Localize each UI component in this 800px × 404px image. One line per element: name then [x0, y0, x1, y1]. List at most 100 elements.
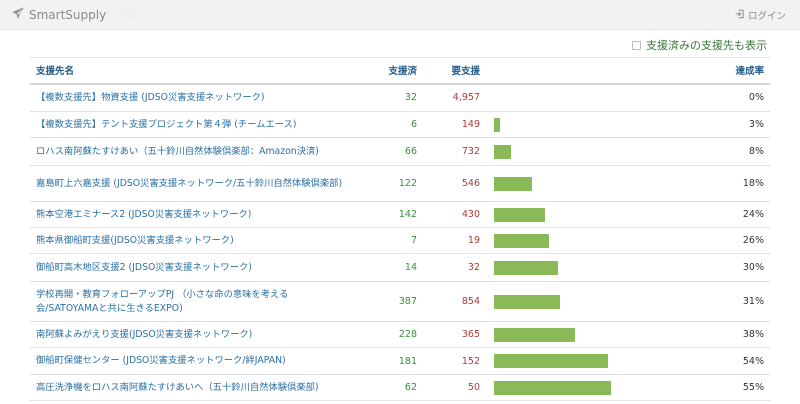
progress-cell [486, 347, 710, 375]
progress-cell [486, 227, 710, 254]
needed-count: 430 [423, 201, 486, 228]
supported-count: 387 [350, 281, 423, 322]
recipient-link[interactable]: 嘉島町上六嘉支援 (JDSO災害支援ネットワーク/五十鈴川自然体験倶楽部) [30, 165, 350, 202]
paper-plane-icon [12, 7, 24, 22]
achievement-rate: 54% [710, 347, 770, 375]
needed-count: 152 [423, 347, 486, 375]
progress-bar [494, 327, 575, 342]
table-row[interactable]: 嘉島町上六嘉支援 (JDSO災害支援ネットワーク/五十鈴川自然体験倶楽部) 122… [30, 165, 770, 202]
table-header-row: 支援先名 支援済 要支援 達成率 [30, 57, 770, 85]
achievement-rate: 26% [710, 227, 770, 254]
page-subtitle: 支援先 [119, 11, 150, 22]
progress-cell [486, 281, 710, 322]
supported-count: 6 [350, 111, 423, 138]
table-row[interactable]: 南阿蘇よみがえり支援(JDSO災害支援ネットワーク) 228 365 38% [30, 321, 770, 348]
table-row[interactable]: 御船町保健センター (JDSO災害支援ネットワーク/絆JAPAN) 181 152 5… [30, 347, 770, 375]
needed-count: 4,957 [423, 83, 486, 112]
needed-count: 50 [423, 374, 486, 401]
supported-count: 14 [350, 253, 423, 282]
login-link[interactable]: ログイン [735, 8, 786, 22]
progress-cell [486, 137, 710, 166]
progress-track [492, 354, 704, 368]
brand-name: SmartSupply [29, 7, 107, 22]
progress-track [492, 117, 704, 132]
achievement-rate: 0% [710, 83, 770, 112]
achievement-rate: 8% [710, 137, 770, 166]
progress-cell [486, 201, 710, 228]
progress-track [492, 91, 704, 105]
progress-cell [486, 374, 710, 401]
supported-count: 62 [350, 374, 423, 401]
supported-count: 66 [350, 137, 423, 166]
header-rate[interactable]: 達成率 [710, 57, 770, 85]
recipient-link[interactable]: 高圧洗浄機をロハス南阿蘇たすけあいへ（五十鈴川自然体験倶楽部) [30, 374, 350, 401]
needed-count: 19 [423, 227, 486, 254]
header-done[interactable]: 支援済 [350, 57, 423, 85]
recipient-link[interactable]: 御船町高木地区支援2 (JDSO災害支援ネットワーク) [30, 253, 350, 282]
recipient-link[interactable]: 【複数支援先】物資支援 (JDSO災害支援ネットワーク) [30, 83, 350, 112]
progress-bar [494, 294, 560, 309]
progress-track [492, 207, 704, 222]
progress-track [492, 260, 704, 275]
progress-bar [494, 117, 500, 132]
progress-track [492, 380, 704, 395]
recipient-link[interactable]: 御船町保健センター (JDSO災害支援ネットワーク/絆JAPAN) [30, 347, 350, 375]
supported-count: 32 [350, 83, 423, 112]
achievement-rate: 18% [710, 165, 770, 202]
achievement-rate: 31% [710, 281, 770, 322]
progress-bar [494, 260, 558, 275]
brand-link[interactable]: SmartSupply 支援先 [12, 7, 149, 22]
table-row[interactable]: 熊本県御船町支援(JDSO災害支援ネットワーク) 7 19 26% [30, 227, 770, 254]
progress-cell [486, 321, 710, 348]
progress-bar [494, 380, 611, 395]
table-row[interactable]: 高圧洗浄機をロハス南阿蘇たすけあいへ（五十鈴川自然体験倶楽部) 62 50 55% [30, 374, 770, 401]
header-bar [486, 57, 710, 85]
progress-track [492, 233, 704, 248]
recipient-link[interactable]: 熊本県御船町支援(JDSO災害支援ネットワーク) [30, 227, 350, 254]
achievement-rate: 38% [710, 321, 770, 348]
recipient-link[interactable]: 【複数支援先】テント支援プロジェクト第４弾 (チームエース) [30, 111, 350, 138]
supply-table: 支援先名 支援済 要支援 達成率 【複数支援先】物資支援 (JDSO災害支援ネッ… [30, 57, 770, 401]
progress-track [492, 294, 704, 309]
table-row[interactable]: 御船町高木地区支援2 (JDSO災害支援ネットワーク) 14 32 30% [30, 253, 770, 282]
login-label: ログイン [747, 11, 786, 22]
header-need[interactable]: 要支援 [423, 57, 486, 85]
table-row[interactable]: 熊本空港エミナース2 (JDSO災害支援ネットワーク) 142 430 24% [30, 201, 770, 228]
recipient-link[interactable]: 南阿蘇よみがえり支援(JDSO災害支援ネットワーク) [30, 321, 350, 348]
supported-count: 142 [350, 201, 423, 228]
needed-count: 546 [423, 165, 486, 202]
recipient-link[interactable]: 学校再開・教育フォローアップPJ （小さな命の意味を考える会/SATOYAMAと… [30, 281, 350, 322]
progress-cell [486, 83, 710, 112]
progress-cell [486, 111, 710, 138]
needed-count: 365 [423, 321, 486, 348]
progress-bar [494, 354, 608, 368]
recipient-link[interactable]: 熊本空港エミナース2 (JDSO災害支援ネットワーク) [30, 201, 350, 228]
table-row[interactable]: 学校再開・教育フォローアップPJ （小さな命の意味を考える会/SATOYAMAと… [30, 281, 770, 322]
progress-track [492, 176, 704, 191]
needed-count: 732 [423, 137, 486, 166]
needed-count: 149 [423, 111, 486, 138]
achievement-rate: 30% [710, 253, 770, 282]
navbar: SmartSupply 支援先 ログイン [0, 0, 800, 30]
progress-cell [486, 165, 710, 202]
supported-count: 122 [350, 165, 423, 202]
progress-cell [486, 253, 710, 282]
supported-count: 7 [350, 227, 423, 254]
table-row[interactable]: ロハス南阿蘇たすけあい（五十鈴川自然体験倶楽部：Amazon決済) 66 732 8% [30, 137, 770, 166]
show-supported-filter[interactable]: 支援済みの支援先も表示 [632, 37, 767, 53]
show-supported-checkbox[interactable] [632, 40, 641, 50]
progress-bar [494, 144, 511, 159]
progress-track [492, 144, 704, 159]
achievement-rate: 55% [710, 374, 770, 401]
supported-count: 181 [350, 347, 423, 375]
recipient-link[interactable]: ロハス南阿蘇たすけあい（五十鈴川自然体験倶楽部：Amazon決済) [30, 137, 350, 166]
needed-count: 32 [423, 253, 486, 282]
show-supported-label: 支援済みの支援先も表示 [646, 39, 767, 52]
progress-bar [494, 233, 549, 248]
progress-bar [494, 176, 532, 191]
table-row[interactable]: 【複数支援先】物資支援 (JDSO災害支援ネットワーク) 32 4,957 0% [30, 83, 770, 112]
header-name[interactable]: 支援先名 [30, 57, 350, 85]
table-row[interactable]: 【複数支援先】テント支援プロジェクト第４弾 (チームエース) 6 149 3% [30, 111, 770, 138]
progress-track [492, 327, 704, 342]
achievement-rate: 3% [710, 111, 770, 138]
